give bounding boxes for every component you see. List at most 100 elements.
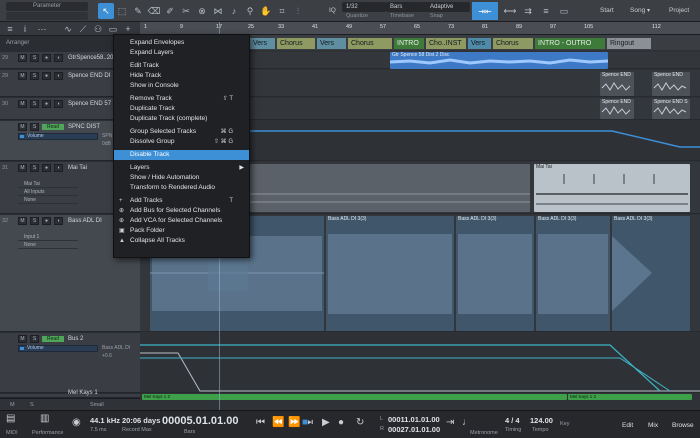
- automation-read-button[interactable]: Read: [42, 124, 64, 130]
- solo-button[interactable]: S: [30, 100, 39, 108]
- automation-curve-icon[interactable]: ∿: [60, 21, 76, 37]
- menu-item-show-hide-automation[interactable]: Show / Hide Automation: [114, 173, 249, 183]
- instrument-clip[interactable]: Mel Kays 1 2: [568, 394, 692, 400]
- menu-item-add-bus[interactable]: ⊕ Add Bus for Selected Channels: [114, 206, 249, 216]
- pencil-tool-icon[interactable]: ✎: [130, 3, 146, 19]
- audio-clip[interactable]: Spence END: [600, 72, 634, 96]
- start-button[interactable]: Start: [600, 4, 614, 18]
- automation-read-button[interactable]: Read: [42, 336, 64, 342]
- record-button[interactable]: ●: [42, 164, 51, 172]
- menu-item-duplicate-track[interactable]: Duplicate Track: [114, 104, 249, 114]
- parameter-value-field[interactable]: [6, 12, 88, 20]
- eraser-tool-icon[interactable]: ⌫: [146, 3, 162, 19]
- menu-item-transform-to-rendered-audio[interactable]: Transform to Rendered Audio: [114, 183, 249, 193]
- audio-clip[interactable]: Gtr Spence 58 Dist 2 Disc: [390, 52, 608, 69]
- arranger-section[interactable]: Vers: [468, 38, 491, 49]
- zoom-tool-icon[interactable]: ⚲: [242, 3, 258, 19]
- arranger-section[interactable]: Vers: [250, 38, 275, 49]
- menu-item-add-tracks[interactable]: + Add Tracks T: [114, 196, 249, 206]
- mix-button[interactable]: Mix: [648, 422, 658, 429]
- midi-monitor-icon[interactable]: ▤: [6, 413, 15, 424]
- time-signature[interactable]: 4 / 4: [505, 416, 520, 425]
- audio-input-select[interactable]: Input 1: [18, 234, 78, 241]
- monitor-button[interactable]: ◖: [54, 217, 63, 225]
- mute-button[interactable]: M: [18, 100, 27, 108]
- audio-clip[interactable]: Bass ADL DI 3(3): [536, 216, 610, 331]
- arranger-section[interactable]: Cho..INST: [426, 38, 466, 49]
- snap-select[interactable]: Adaptive: [426, 2, 470, 12]
- solo-button[interactable]: S: [30, 217, 39, 225]
- audio-clip[interactable]: Spence END S: [652, 99, 690, 119]
- stop-icon[interactable]: ■: [302, 417, 308, 428]
- quantize-select[interactable]: 1/32: [342, 2, 386, 12]
- mute-button[interactable]: M: [18, 54, 27, 62]
- song-button[interactable]: Song: [630, 4, 645, 18]
- menu-item-hide-track[interactable]: Hide Track: [114, 71, 249, 81]
- snap-toggle-icon[interactable]: ⇥⇤: [472, 2, 498, 20]
- track-list-icon[interactable]: ≡: [2, 21, 18, 37]
- menu-item-add-vca[interactable]: ⊕ Add VCA for Selected Channels: [114, 216, 249, 226]
- record-icon[interactable]: ●: [338, 417, 344, 428]
- arranger-section[interactable]: INTRO: [394, 38, 424, 49]
- solo-button[interactable]: S: [30, 164, 39, 172]
- mute-button[interactable]: M: [18, 335, 27, 343]
- precount-icon[interactable]: ⇥: [446, 417, 454, 428]
- menu-item-duplicate-track-complete[interactable]: Duplicate Track (complete): [114, 114, 249, 124]
- footer-s-label[interactable]: S: [30, 402, 34, 408]
- hand-tool-icon[interactable]: ✋: [258, 3, 274, 19]
- autoscroll-icon[interactable]: ⟷: [502, 3, 518, 19]
- volume-automation-select[interactable]: Volume: [18, 133, 98, 140]
- show-automation-icon[interactable]: ⋯: [34, 21, 50, 37]
- iq-button[interactable]: IQ: [329, 4, 336, 18]
- solo-button[interactable]: S: [30, 123, 39, 131]
- transient-tool-icon[interactable]: ⫶: [290, 3, 306, 19]
- output-select[interactable]: None: [18, 242, 78, 249]
- metronome-icon[interactable]: ♩: [462, 417, 472, 428]
- menu-item-group-selected-tracks[interactable]: Group Selected Tracks ⌘ G: [114, 127, 249, 137]
- timebase-select[interactable]: Bars: [386, 2, 430, 12]
- menu-item-show-in-console[interactable]: Show in Console: [114, 81, 249, 91]
- paint-tool-icon[interactable]: ✐: [162, 3, 178, 19]
- arranger-section[interactable]: Chorus: [493, 38, 533, 49]
- edit-button[interactable]: Edit: [622, 422, 633, 429]
- arranger-section[interactable]: Vers: [317, 38, 346, 49]
- mute-button[interactable]: M: [18, 123, 27, 131]
- arranger-section[interactable]: Chorus: [277, 38, 315, 49]
- ruler-icon[interactable]: ▭: [556, 3, 572, 19]
- mute-button[interactable]: M: [18, 217, 27, 225]
- arrow-tool-icon[interactable]: ↖: [98, 3, 114, 19]
- audio-clip[interactable]: Bass ADL DI 3(3): [326, 216, 454, 331]
- audio-clip[interactable]: Bass ADL DI 3(3): [456, 216, 534, 331]
- arranger-section[interactable]: Chorus: [348, 38, 392, 49]
- audio-clip[interactable]: Spence END: [600, 99, 634, 119]
- range-tool-icon[interactable]: ⬚: [114, 3, 130, 19]
- track-size-select[interactable]: Small: [90, 402, 104, 408]
- bus-volume-automation[interactable]: [140, 333, 700, 393]
- record-button[interactable]: ●: [42, 54, 51, 62]
- browse-button[interactable]: Browse: [672, 422, 694, 429]
- tempo-value[interactable]: 124.00: [530, 416, 553, 425]
- position-display[interactable]: 00005.01.01.00: [162, 415, 238, 427]
- arranger-section[interactable]: INTRO - OUTRO: [535, 38, 605, 49]
- menu-item-collapse-all-tracks[interactable]: ▲ Collapse All Tracks: [114, 236, 249, 246]
- group-icon[interactable]: ⚇: [90, 21, 106, 37]
- menu-item-layers[interactable]: Layers ▶: [114, 163, 249, 173]
- menu-item-pack-folder[interactable]: ▣ Pack Folder: [114, 226, 249, 236]
- listen-tool-icon[interactable]: ♪: [226, 3, 242, 19]
- volume-automation-select[interactable]: Volume: [18, 345, 98, 352]
- arranger-section[interactable]: Ringout: [607, 38, 651, 49]
- monitor-button[interactable]: ◖: [54, 54, 63, 62]
- midi-input-select[interactable]: All Inputs: [18, 189, 78, 196]
- menu-item-edit-track[interactable]: Edit Track: [114, 61, 249, 71]
- song-dropdown-icon[interactable]: ▾: [647, 4, 650, 18]
- loop-icon[interactable]: ↻: [356, 417, 364, 428]
- performance-meter-icon[interactable]: ▥: [40, 413, 49, 424]
- record-button[interactable]: ●: [42, 72, 51, 80]
- audio-settings-icon[interactable]: ◉: [72, 417, 81, 428]
- return-to-zero-icon[interactable]: ⏮: [256, 417, 265, 428]
- menu-item-expand-envelopes[interactable]: Expand Envelopes: [114, 38, 249, 48]
- mute-button[interactable]: M: [18, 72, 27, 80]
- instrument-select[interactable]: Mai Tai: [18, 181, 78, 188]
- record-button[interactable]: ●: [42, 217, 51, 225]
- footer-m-label[interactable]: M: [10, 402, 15, 408]
